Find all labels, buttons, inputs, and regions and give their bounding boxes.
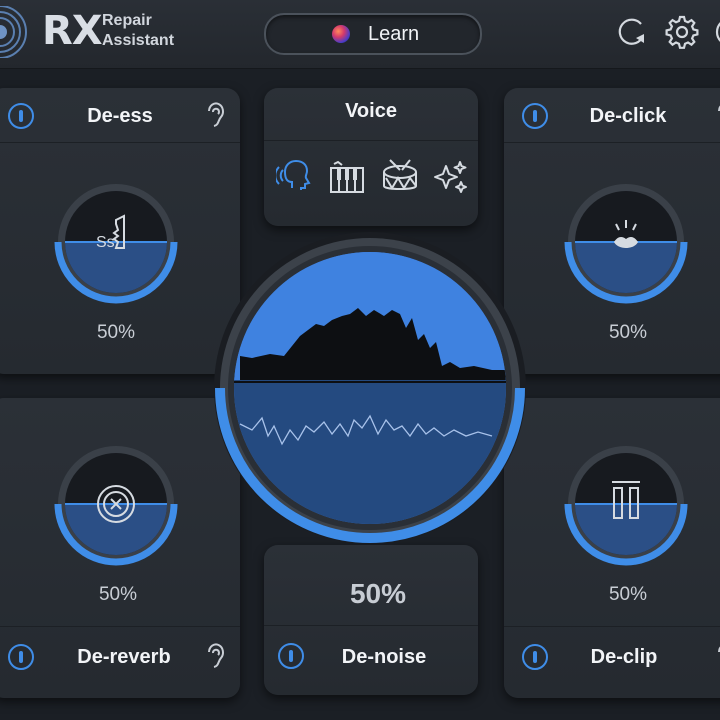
learn-orb-icon (332, 25, 350, 43)
de-ess-amount: 50% (96, 322, 136, 343)
de-reverb-divider (0, 626, 240, 627)
logo-rx: RX (42, 8, 103, 54)
de-clip-amount: 50% (608, 584, 648, 605)
de-reverb-power-toggle[interactable] (8, 644, 34, 670)
reverb-target-icon (97, 485, 135, 523)
de-click-title: De-click (589, 105, 667, 127)
de-noise-power-toggle[interactable] (278, 643, 304, 669)
de-clip-listen-ear-icon[interactable] (714, 642, 720, 670)
logo-product-line2: Assistant (102, 32, 175, 49)
de-click-amount: 50% (608, 322, 648, 343)
de-reverb-panel: 50% De-reverb (0, 398, 240, 698)
de-clip-amount-knob[interactable] (564, 442, 688, 566)
logo-product-line1: Repair (102, 12, 152, 29)
de-clip-panel: 50% De-clip (504, 398, 720, 698)
svg-text:Ss: Ss (96, 234, 115, 251)
de-ess-divider (0, 142, 240, 143)
refresh-icon[interactable] (614, 14, 650, 50)
voice-title: Voice (345, 100, 397, 122)
de-clip-power-toggle[interactable] (522, 644, 548, 670)
de-clip-title: De-clip (590, 646, 658, 668)
de-clip-divider (504, 626, 720, 627)
learn-label: Learn (368, 23, 420, 45)
de-noise-amount: 50% (349, 578, 407, 609)
de-ess-listen-ear-icon[interactable] (204, 101, 226, 129)
de-click-amount-knob[interactable] (564, 180, 688, 304)
de-noise-divider (264, 625, 478, 626)
de-ess-power-toggle[interactable] (8, 103, 34, 129)
de-reverb-title: De-reverb (77, 646, 171, 668)
de-noise-title: De-noise (341, 646, 427, 668)
de-noise-panel: De-noise (264, 545, 478, 695)
voice-icon[interactable] (276, 158, 314, 196)
de-reverb-amount-knob[interactable] (54, 442, 178, 566)
de-click-listen-ear-icon[interactable] (714, 101, 720, 129)
gear-icon[interactable] (664, 14, 700, 50)
de-click-panel: De-click 50% (504, 88, 720, 374)
de-noise-main-dial[interactable] (212, 230, 528, 546)
header-bar: RX Repair Assistant Learn (0, 0, 720, 69)
learn-button[interactable]: Learn (264, 13, 482, 55)
izotope-logo-icon (0, 6, 27, 58)
menu-icon[interactable] (712, 14, 720, 50)
de-ess-panel: De-ess Ss 50% (0, 88, 240, 374)
piano-icon[interactable] (328, 160, 366, 194)
de-ess-title: De-ess (87, 105, 153, 127)
de-click-power-toggle[interactable] (522, 103, 548, 129)
de-reverb-amount: 50% (98, 584, 138, 605)
de-ess-amount-knob[interactable]: Ss (54, 180, 178, 304)
voice-divider (264, 140, 478, 141)
drum-icon[interactable] (380, 158, 420, 196)
de-reverb-listen-ear-icon[interactable] (204, 642, 226, 670)
sparkle-icon[interactable] (432, 158, 470, 196)
de-click-divider (504, 142, 720, 143)
